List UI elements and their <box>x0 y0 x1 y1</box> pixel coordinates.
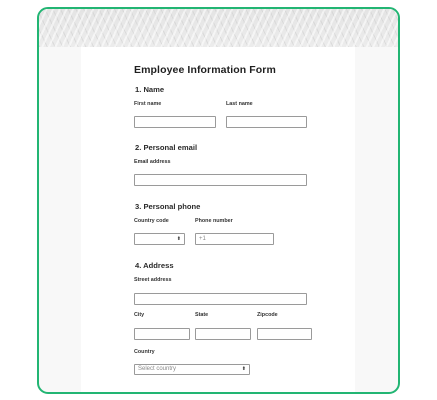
section-title-address: 4. Address <box>135 261 174 270</box>
city-label: City <box>134 312 145 318</box>
first-name-input[interactable] <box>134 116 216 128</box>
section-title-phone: 3. Personal phone <box>135 202 201 211</box>
zipcode-input[interactable] <box>257 328 312 340</box>
section-title-name: 1. Name <box>135 85 165 94</box>
select-arrow-icon: ⬍ <box>176 236 181 242</box>
phone-number-label: Phone number <box>195 218 233 224</box>
street-label: Street address <box>134 277 172 283</box>
email-input[interactable] <box>134 174 307 186</box>
city-input[interactable] <box>134 328 190 340</box>
state-input[interactable] <box>195 328 251 340</box>
country-placeholder: Select country <box>138 366 177 372</box>
section-title-email: 2. Personal email <box>135 143 198 152</box>
email-label: Email address <box>134 159 171 165</box>
country-label: Country <box>134 349 155 355</box>
phone-number-input[interactable]: +1 <box>195 233 274 245</box>
form-title: Employee Information Form <box>134 64 276 76</box>
first-name-label: First name <box>134 101 162 107</box>
country-select[interactable]: Select country ⬍ <box>134 364 250 375</box>
state-label: State <box>195 312 209 318</box>
form-frame: Employee Information Form 1. Name First … <box>37 7 400 394</box>
form-card: Employee Information Form 1. Name First … <box>81 47 355 392</box>
street-input[interactable] <box>134 293 307 305</box>
country-code-label: Country code <box>134 218 169 224</box>
phone-placeholder: +1 <box>199 236 206 242</box>
zipcode-label: Zipcode <box>257 312 278 318</box>
country-code-select[interactable]: ⬍ <box>134 233 185 245</box>
last-name-label: Last name <box>226 101 253 107</box>
select-arrow-icon: ⬍ <box>241 366 246 372</box>
header-banner <box>39 9 398 47</box>
last-name-input[interactable] <box>226 116 307 128</box>
